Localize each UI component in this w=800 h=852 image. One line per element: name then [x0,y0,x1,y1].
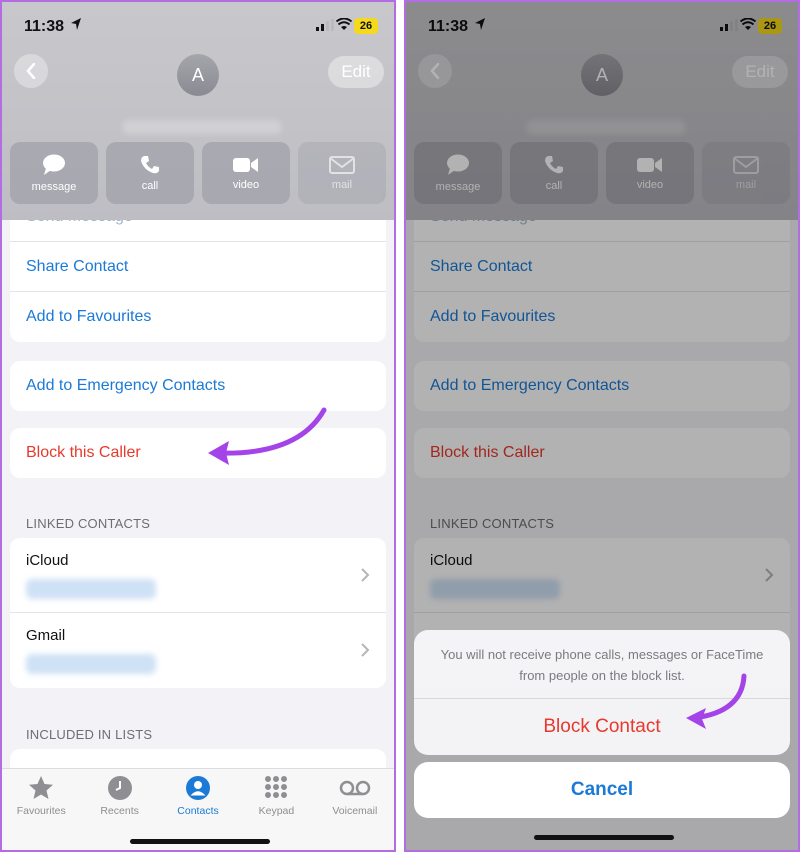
block-confirmation-screen: 11:38 26 A Edit message call video mail … [404,0,800,852]
tab-label: Voicemail [332,805,378,817]
linked-contact-gmail[interactable]: Gmail [10,613,386,688]
chevron-right-icon [361,643,370,657]
emergency-card: Add to Emergency Contacts [10,361,386,411]
linked-contact-redacted [26,654,156,674]
message-action-button[interactable]: message [10,142,98,204]
signal-icon [316,19,334,31]
call-action-button[interactable]: call [106,142,194,204]
mail-action-button[interactable]: mail [298,142,386,204]
add-emergency-contacts-row[interactable]: Add to Emergency Contacts [10,361,386,411]
clock-icon [107,776,132,800]
tab-label: Recents [100,805,139,817]
contact-name-redacted [122,120,282,134]
tab-voicemail[interactable]: Voicemail [316,769,394,850]
wifi-icon [336,18,352,30]
tab-label: Keypad [258,805,295,817]
status-time: 11:38 [24,18,65,35]
person-icon [186,776,211,800]
voicemail-icon [339,780,371,796]
home-indicator [534,835,674,840]
battery-indicator: 26 [354,18,378,34]
cancel-button[interactable]: Cancel [414,762,790,818]
linked-contacts-header: LINKED CONTACTS [26,516,151,531]
linked-source-label: iCloud [26,552,69,569]
chevron-left-icon [26,63,36,79]
mail-action-label: mail [331,178,353,191]
call-action-label: call [141,179,159,192]
phone-icon [141,155,159,173]
tab-favourites[interactable]: Favourites [2,769,80,850]
contact-detail-screen: 11:38 26 A Edit message call video mail … [0,0,396,852]
star-icon [29,776,54,799]
chevron-right-icon [361,568,370,582]
linked-contact-icloud[interactable]: iCloud [10,538,386,613]
back-button[interactable] [14,54,48,88]
included-in-lists-header: INCLUDED IN LISTS [26,727,153,742]
video-icon [233,157,258,172]
status-bar: 11:38 26 [2,2,394,46]
annotation-arrow-icon [208,407,327,465]
annotation-arrow-icon [686,673,747,729]
video-action-button[interactable]: video [202,142,290,204]
contact-avatar: A [177,54,219,96]
tab-label: Favourites [16,805,66,817]
mail-icon [329,155,355,174]
quick-actions: message call video mail [10,142,386,204]
linked-source-label: Gmail [26,627,66,644]
video-action-label: video [232,178,260,191]
tab-label: Contacts [177,805,219,817]
message-icon [43,154,65,175]
share-contact-row[interactable]: Share Contact [10,242,386,292]
location-icon [71,18,81,30]
add-favourites-row[interactable]: Add to Favourites [10,292,386,342]
linked-contacts-card: iCloud Gmail [10,538,386,688]
keypad-icon [265,776,288,798]
tab-bar: Favourites Recents Contacts Keypad Voice… [2,768,394,850]
linked-contact-redacted [26,579,156,599]
home-indicator [130,839,270,844]
message-action-label: message [31,180,77,193]
edit-button[interactable]: Edit [328,56,384,88]
